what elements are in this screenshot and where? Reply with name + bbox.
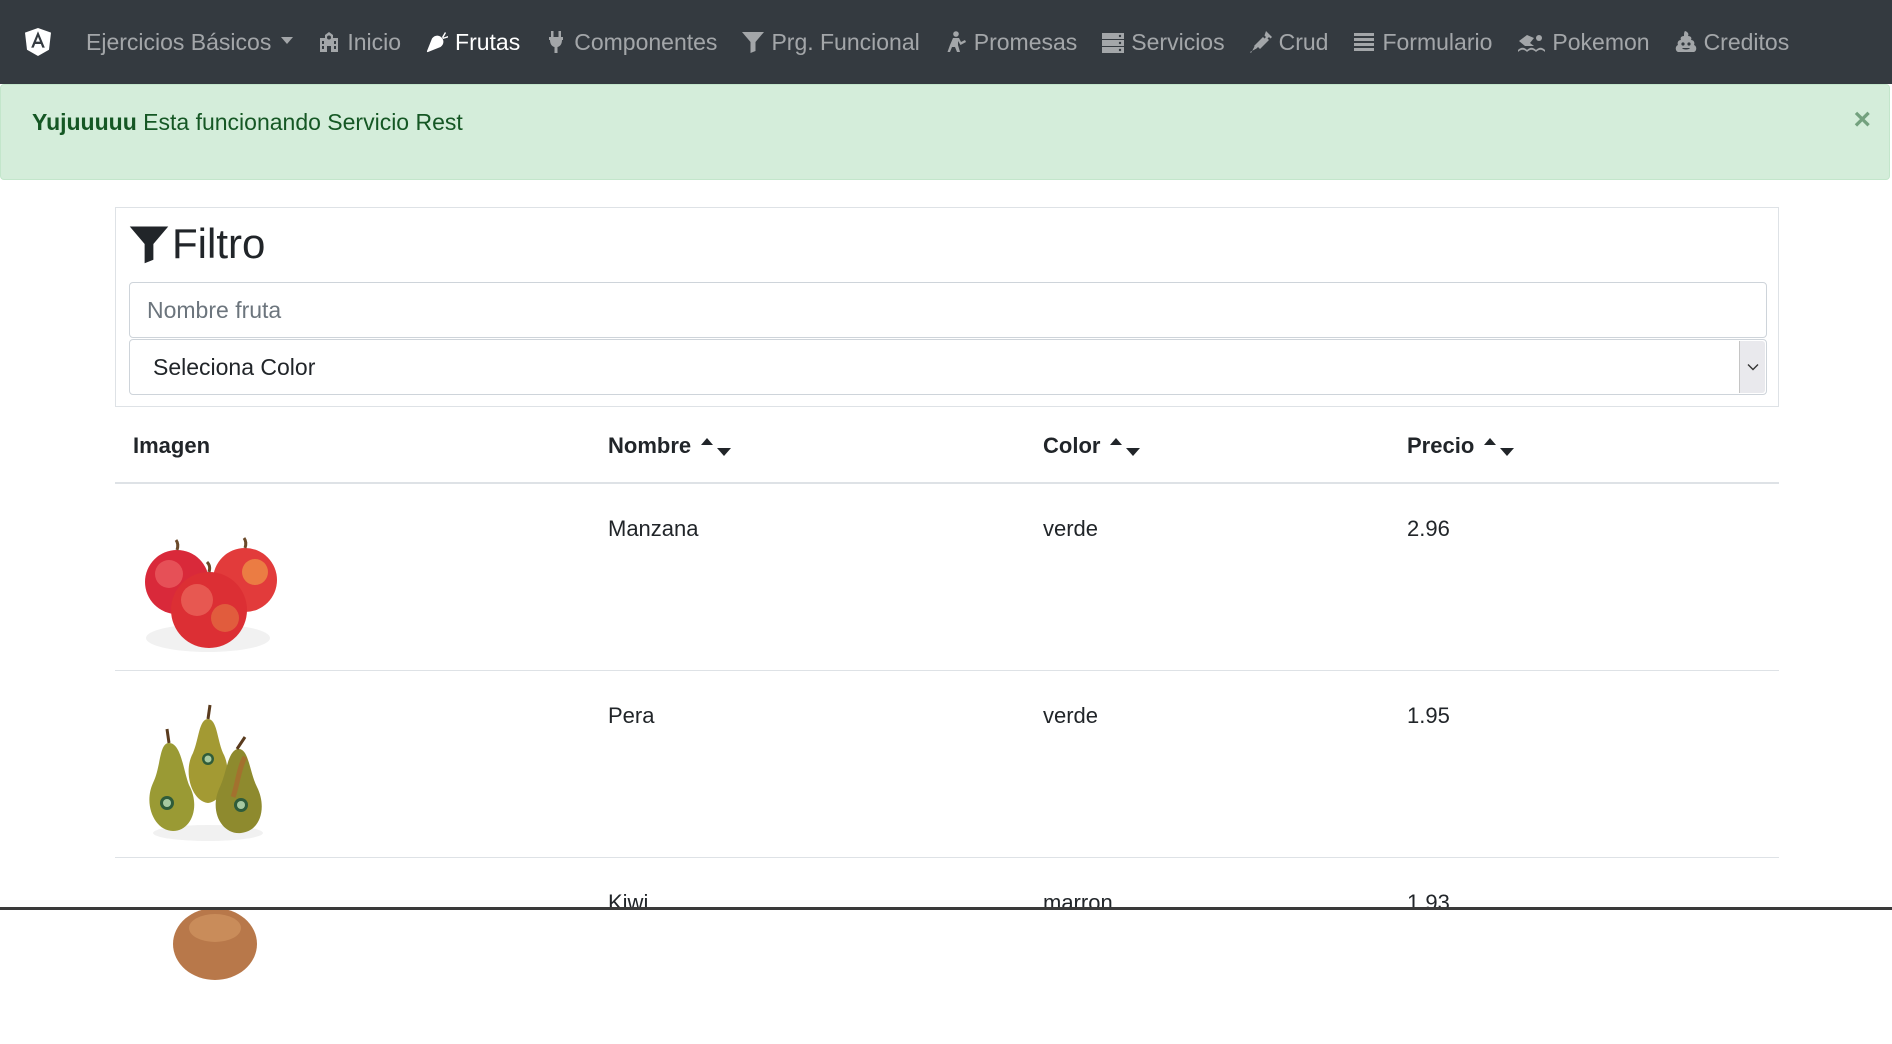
server-icon — [1101, 30, 1125, 54]
nav-item-label: Promesas — [973, 28, 1078, 55]
filter-icon — [129, 226, 169, 264]
nav-creditos[interactable]: Creditos — [1662, 0, 1802, 84]
cell-color: verde — [1043, 703, 1099, 728]
filter-card: Filtro Seleciona Color — [115, 207, 1779, 407]
sort-asc-icon[interactable] — [701, 438, 714, 445]
carrot-icon — [425, 30, 449, 54]
color-select-value: Seleciona Color — [153, 354, 316, 380]
angular-logo-icon[interactable] — [0, 0, 76, 84]
header-label: Nombre — [608, 433, 692, 458]
nav-item-label: Creditos — [1703, 28, 1790, 55]
filter-icon — [741, 30, 765, 54]
header-label: Color — [1043, 433, 1101, 458]
table-row: Pera verde 1.95 — [115, 671, 1779, 858]
table-row: Kiwi marron 1.93 — [115, 858, 1779, 1044]
sort-controls — [1104, 434, 1144, 458]
header-label: Imagen — [133, 433, 211, 458]
pear-image — [133, 697, 283, 847]
swimmer-icon — [1516, 30, 1546, 54]
table-row: Manzana verde 2.96 — [115, 484, 1779, 671]
header-precio: Precio — [1407, 433, 1518, 459]
cell-nombre: Pera — [608, 703, 655, 728]
filter-heading: Filtro — [128, 220, 265, 268]
list-icon — [1352, 30, 1376, 54]
alert-strong-text: Yujuuuuu — [32, 109, 137, 135]
cell-color: marron — [1043, 890, 1113, 915]
caret-down-icon — [281, 36, 294, 44]
alert-message: Yujuuuuu Esta funcionando Servicio Rest — [32, 109, 463, 136]
cell-precio: 1.95 — [1407, 703, 1450, 728]
header-color: Color — [1043, 433, 1144, 459]
header-label: Precio — [1407, 433, 1475, 458]
nav-inicio[interactable]: Inicio — [305, 0, 413, 84]
nav-frutas[interactable]: Frutas — [413, 0, 532, 84]
sort-controls — [1478, 434, 1518, 458]
success-alert: Yujuuuuu Esta funcionando Servicio Rest … — [0, 84, 1890, 180]
kneeling-person-icon — [944, 30, 968, 54]
nav-item-label: Pokemon — [1552, 28, 1650, 55]
color-select[interactable]: Seleciona Color — [129, 339, 1767, 395]
close-icon[interactable]: × — [1853, 105, 1871, 135]
sort-desc-icon[interactable] — [717, 448, 732, 456]
cell-precio: 2.96 — [1407, 516, 1450, 541]
cell-precio: 1.93 — [1407, 890, 1450, 915]
nav-item-label: Servicios — [1131, 28, 1225, 55]
nav-item-label: Ejercicios Básicos — [86, 28, 272, 55]
table-header-row: Imagen Nombre Color Precio — [115, 408, 1779, 484]
cell-color: verde — [1043, 516, 1099, 541]
cell-nombre: Manzana — [608, 516, 699, 541]
nav-formulario[interactable]: Formulario — [1340, 0, 1504, 84]
nav-item-label: Crud — [1278, 28, 1329, 55]
nav-servicios[interactable]: Servicios — [1089, 0, 1236, 84]
plug-icon — [544, 30, 568, 54]
cell-nombre: Kiwi — [608, 890, 649, 915]
fruits-table: Imagen Nombre Color Precio Manzana verde… — [115, 408, 1779, 1044]
nav-ejercicios-basicos-dropdown[interactable]: Ejercicios Básicos — [76, 0, 305, 84]
sort-asc-icon[interactable] — [1484, 438, 1497, 445]
nav-item-label: Formulario — [1382, 28, 1493, 55]
nav-crud[interactable]: Crud — [1237, 0, 1341, 84]
header-nombre: Nombre — [608, 433, 735, 459]
header-imagen: Imagen — [133, 433, 210, 459]
apple-image — [133, 510, 283, 660]
alert-text: Esta funcionando Servicio Rest — [136, 109, 463, 135]
poo-icon — [1674, 30, 1698, 54]
nav-promesas[interactable]: Promesas — [932, 0, 1090, 84]
sort-controls — [695, 434, 735, 458]
school-icon — [317, 30, 341, 54]
fruit-name-input[interactable] — [129, 282, 1767, 338]
nav-item-label: Componentes — [574, 28, 718, 55]
nav-item-label: Prg. Funcional — [771, 28, 920, 55]
syringe-icon — [1249, 30, 1273, 54]
filter-title-text: Filtro — [172, 220, 266, 267]
sort-asc-icon[interactable] — [1110, 438, 1123, 445]
sort-desc-icon[interactable] — [1500, 448, 1515, 456]
top-navbar: Ejercicios Básicos Inicio Frutas Compone… — [0, 0, 1892, 84]
nav-pokemon[interactable]: Pokemon — [1504, 0, 1661, 84]
chevron-down-icon[interactable] — [1739, 341, 1765, 393]
sort-desc-icon[interactable] — [1126, 448, 1141, 456]
nav-item-label: Frutas — [455, 28, 521, 55]
nav-componentes[interactable]: Componentes — [532, 0, 729, 84]
nav-prg-funcional[interactable]: Prg. Funcional — [729, 0, 931, 84]
nav-item-label: Inicio — [347, 28, 402, 55]
